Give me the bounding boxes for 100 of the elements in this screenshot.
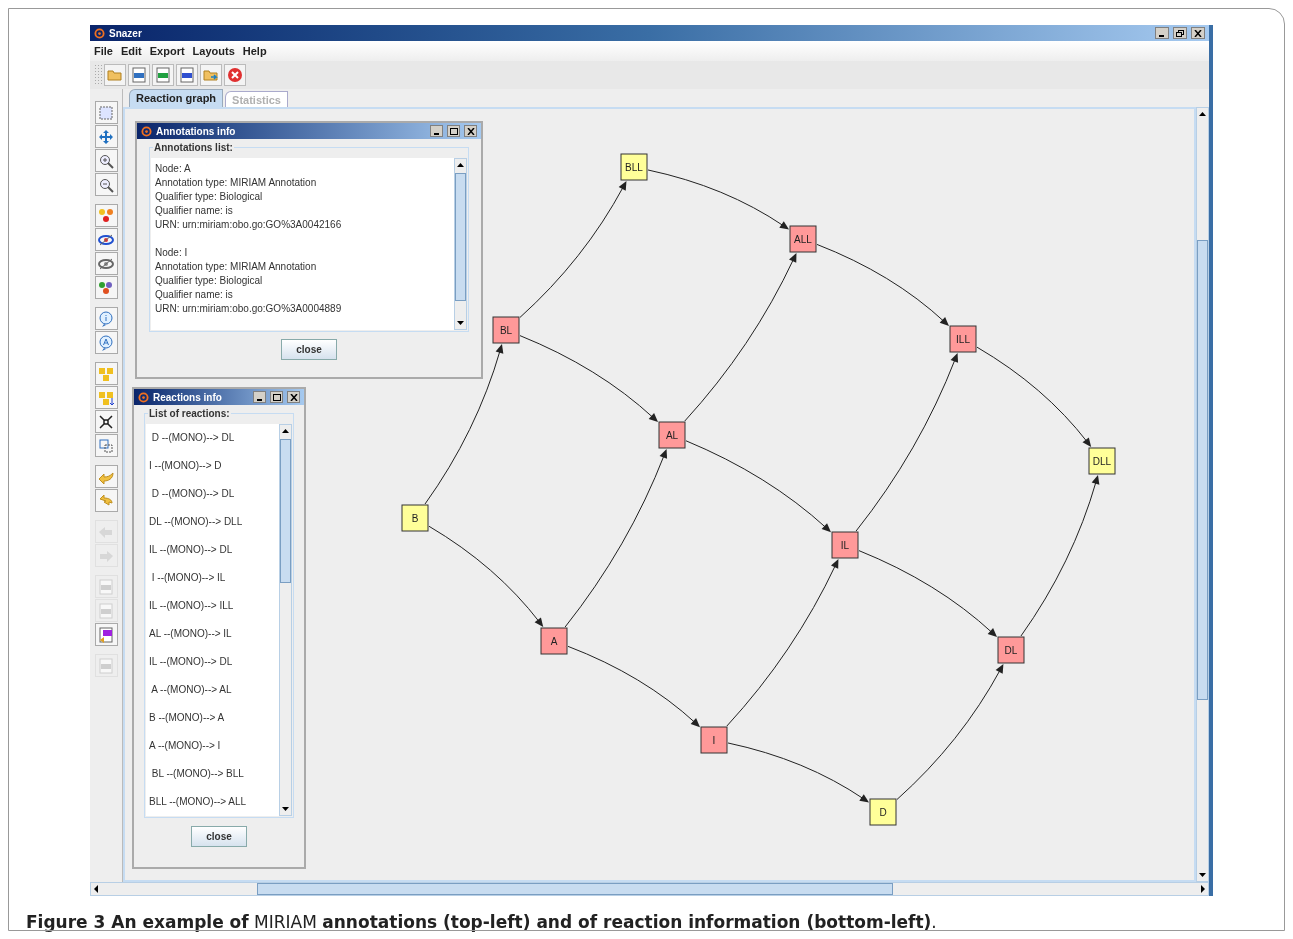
reaction-item[interactable]: IL --(MONO)--> ILL <box>149 592 279 620</box>
reaction-item[interactable]: A --(MONO)--> AL <box>149 676 279 704</box>
sbml-import-icon <box>97 625 115 644</box>
menu-item[interactable]: Layouts <box>192 42 235 60</box>
annot-icon <box>97 333 115 352</box>
nodes-icon <box>97 206 115 225</box>
collapse-icon <box>97 412 115 431</box>
up-arrow-icon <box>1199 112 1206 116</box>
toolbar-button[interactable] <box>224 64 246 86</box>
reaction-item[interactable]: IL --(MONO)--> DL <box>149 648 279 676</box>
logo-icon <box>138 391 149 403</box>
horizontal-scrollbar[interactable] <box>90 882 1209 896</box>
annotation-line: Qualifier name: is <box>155 204 234 218</box>
minimize-button[interactable] <box>1155 27 1169 39</box>
scroll-thumb[interactable] <box>1197 240 1208 700</box>
annotation-line: Annotation type: MIRIAM Annotation <box>155 176 318 190</box>
reaction-item[interactable]: BL --(MONO)--> BLL <box>149 760 279 788</box>
menu-item[interactable]: File <box>94 42 113 60</box>
close-icon <box>466 127 475 135</box>
reaction-item[interactable]: DL --(MONO)--> DLL <box>149 508 279 536</box>
restore-button[interactable] <box>1173 27 1187 39</box>
menu-item[interactable]: Help <box>242 42 267 60</box>
annotation-line: URN: urn:miriam:obo.go:GO%3A0042166 <box>155 218 343 232</box>
close-button[interactable] <box>287 391 300 403</box>
graph-node[interactable]: AL <box>658 421 686 449</box>
select-icon <box>97 103 115 122</box>
up-arrow-icon <box>282 429 289 433</box>
tool-button[interactable] <box>94 228 118 251</box>
info-icon <box>97 309 115 328</box>
close-button[interactable] <box>1191 27 1205 39</box>
maximize-icon <box>449 127 458 135</box>
toolbar-button[interactable] <box>152 64 174 86</box>
sbml-icon <box>178 66 196 84</box>
doc-icon <box>97 601 115 620</box>
close-icon <box>1194 29 1202 37</box>
scroll-thumb[interactable] <box>280 439 291 583</box>
graph-node[interactable]: A <box>540 627 568 655</box>
scrollbar[interactable] <box>279 424 292 816</box>
close-button[interactable]: close <box>281 339 337 360</box>
graph-node[interactable]: BL <box>492 316 520 344</box>
minimize-button[interactable] <box>253 391 266 403</box>
tab[interactable]: Reaction graph <box>129 89 224 107</box>
move-icon <box>97 127 115 146</box>
annotation-line: Node: A <box>155 162 192 176</box>
maximize-button[interactable] <box>447 125 460 137</box>
close-button[interactable] <box>464 125 477 137</box>
graph-node[interactable]: IL <box>831 531 859 559</box>
scrollbar[interactable] <box>454 158 467 330</box>
maximize-button[interactable] <box>270 391 283 403</box>
tool-button[interactable] <box>94 410 118 433</box>
vertical-scrollbar[interactable] <box>1196 107 1209 882</box>
close-icon <box>289 393 298 401</box>
close-button[interactable]: close <box>191 826 247 847</box>
stop-icon <box>226 66 244 84</box>
window-title: Annotations info <box>156 124 237 139</box>
reaction-item[interactable]: A --(MONO)--> I <box>149 732 279 760</box>
down-arrow-icon <box>1199 873 1206 877</box>
annotation-line: Qualifier type: Biological <box>155 274 264 288</box>
logo-icon <box>94 27 105 39</box>
maximize-icon <box>272 393 281 401</box>
restore-icon <box>1176 29 1184 37</box>
graph-node[interactable]: BLL <box>620 153 648 181</box>
toolbar-button[interactable] <box>128 64 150 86</box>
fit-icon <box>97 436 115 455</box>
doc-icon <box>97 656 115 675</box>
graph-node[interactable]: DL <box>997 636 1025 664</box>
reaction-item[interactable]: D --(MONO)--> DL <box>149 480 279 508</box>
reaction-item[interactable]: I --(MONO)--> D <box>149 452 279 480</box>
toolbar-button[interactable] <box>176 64 198 86</box>
csv-icon <box>154 66 172 84</box>
minimize-button[interactable] <box>430 125 443 137</box>
toolbar-button[interactable] <box>200 64 222 86</box>
graph-node[interactable]: B <box>401 504 429 532</box>
graph-node[interactable]: ALL <box>789 225 817 253</box>
graph-node[interactable]: I <box>700 726 728 754</box>
logo-icon <box>141 125 152 137</box>
window-title: Reactions info <box>153 390 223 405</box>
annotation-line: Qualifier name: is <box>155 288 234 302</box>
xml-icon <box>130 66 148 84</box>
graph-node[interactable]: ILL <box>949 325 977 353</box>
graph-node[interactable]: DLL <box>1088 447 1116 475</box>
annotation-line: Qualifier type: Biological <box>155 190 264 204</box>
reaction-item[interactable]: IL --(MONO)--> DL <box>149 536 279 564</box>
graph-node[interactable]: D <box>869 798 897 826</box>
reaction-item[interactable]: D --(MONO)--> DL <box>149 424 279 452</box>
scroll-thumb[interactable] <box>455 173 466 301</box>
down-arrow-icon <box>457 321 464 325</box>
up-arrow-icon <box>457 163 464 167</box>
figure-caption: Figure 3 An example of MIRIAM annotations (top-left) and of reaction information (bottom-left). <box>25 911 938 934</box>
annotation-line: URN: urn:miriam:obo.go:GO%3A0004889 <box>155 302 343 316</box>
reaction-item[interactable]: BLL --(MONO)--> ALL <box>149 788 279 816</box>
reaction-item[interactable]: AL --(MONO)--> IL <box>149 620 279 648</box>
reaction-item[interactable]: I --(MONO)--> IL <box>149 564 279 592</box>
annotation-line: Annotation type: MIRIAM Annotation <box>155 260 318 274</box>
menu-item[interactable]: Export <box>149 42 185 60</box>
annotation-line: Node: I <box>155 246 189 260</box>
reaction-item[interactable]: B --(MONO)--> A <box>149 704 279 732</box>
down-arrow-icon <box>282 807 289 811</box>
menu-item[interactable]: Edit <box>120 42 142 60</box>
scroll-thumb[interactable] <box>257 883 893 895</box>
